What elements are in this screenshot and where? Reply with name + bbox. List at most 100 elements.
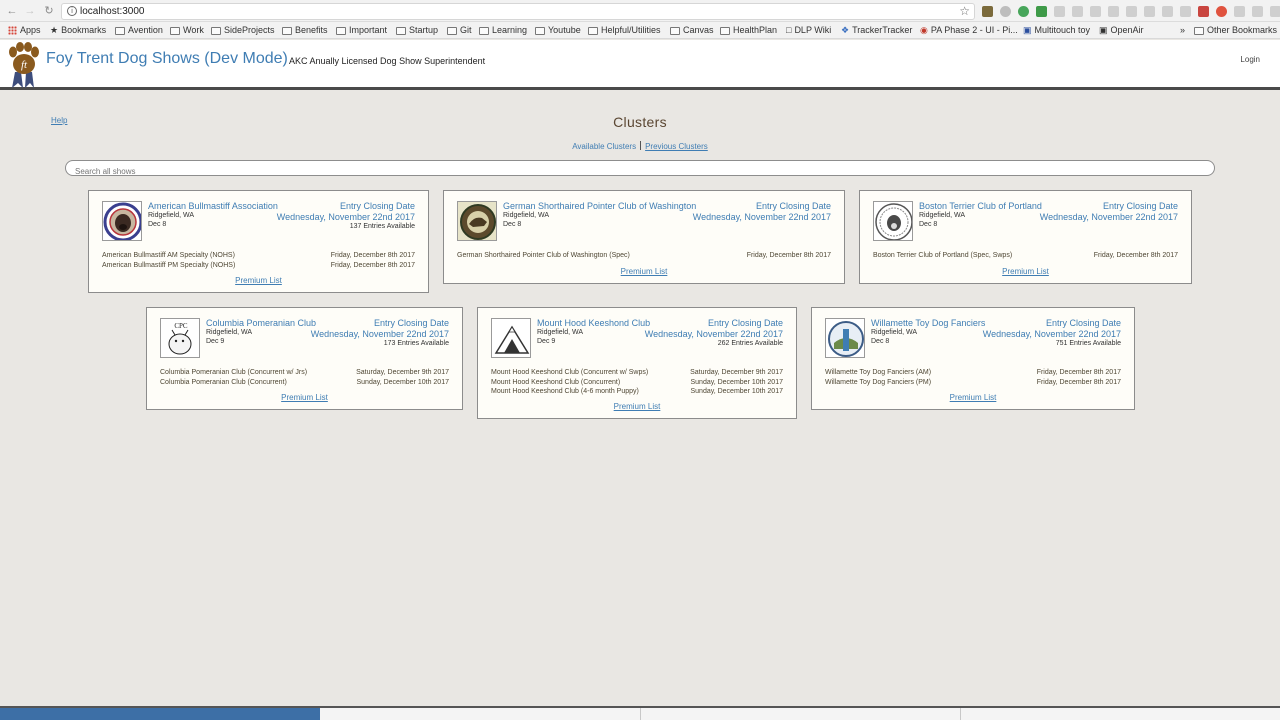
show-name: Willamette Toy Dog Fanciers (AM) [825,369,932,376]
club-logo-gsp[interactable] [457,201,497,241]
bookmark-folder[interactable]: Helpful/Utilities [588,25,661,36]
tab-previous-clusters[interactable]: Previous Clusters [645,142,708,151]
openair-icon: ▣ [1099,25,1108,35]
reload-icon[interactable]: ↻ [42,4,56,18]
premium-list-link[interactable]: Premium List [444,267,844,276]
bookmark-star-icon[interactable]: ☆ [959,4,970,18]
club-name-link[interactable]: Columbia Pomeranian Club [206,318,316,328]
extension-icon[interactable] [1252,6,1263,17]
back-arrow-icon[interactable]: ← [5,4,19,18]
bookmark-page[interactable]: ▣ Multitouch toy [1023,25,1090,36]
bookmark-folder[interactable]: Learning [479,25,527,36]
extension-icon[interactable] [1198,6,1209,17]
extension-icon[interactable] [1108,6,1119,17]
club-city: Ridgefield, WA [206,329,253,336]
club-logo-boston-terrier[interactable] [873,201,913,241]
bookmark-apps[interactable]: Apps [8,25,41,36]
bookmark-page[interactable]: ❖ TrackerTracker [841,25,912,36]
search-input[interactable] [66,164,1214,179]
premium-list-link[interactable]: Premium List [147,393,462,402]
extension-icon[interactable] [1270,6,1280,17]
premium-list-link[interactable]: Premium List [812,393,1134,402]
taskbar-divider [640,708,641,720]
show-date: Friday, December 8th 2017 [1093,252,1178,259]
cluster-card: German Shorthaired Pointer Club of Washi… [443,190,845,284]
closing-label: Entry Closing Date [339,201,415,211]
search-box[interactable] [65,160,1215,179]
extension-icon[interactable] [1234,6,1245,17]
star-icon: ★ [50,25,59,35]
forward-arrow-icon[interactable]: → [23,4,37,18]
extension-icon[interactable] [982,6,993,17]
bookmarks-overflow-button[interactable]: » [1180,25,1185,36]
bookmark-page[interactable]: □ DLP Wiki [786,25,831,36]
show-name: Mount Hood Keeshond Club (4-6 month Pupp… [491,388,639,395]
bookmark-folder[interactable]: Benefits [282,25,328,36]
bookmark-folder[interactable]: Startup [396,25,438,36]
premium-list-link[interactable]: Premium List [89,276,428,285]
club-logo-willamette[interactable] [825,318,865,358]
taskbar-active-item[interactable] [0,708,320,720]
club-name-link[interactable]: Mount Hood Keeshond Club [537,318,650,328]
entries-available: 137 Entries Available [349,223,415,230]
address-bar[interactable]: i localhost:3000 ☆ [61,3,975,20]
extension-icon[interactable] [1144,6,1155,17]
app-title[interactable]: Foy Trent Dog Shows (Dev Mode) [46,50,288,68]
club-logo-pomeranian[interactable]: CPC [160,318,200,358]
entries-available: 173 Entries Available [383,340,449,347]
closing-label: Entry Closing Date [1045,318,1121,328]
tab-available-clusters[interactable]: Available Clusters [572,142,636,151]
bookmark-folder[interactable]: Youtube [535,25,581,36]
bookmark-folder[interactable]: SideProjects [211,25,275,36]
paw-logo-icon[interactable]: ft [6,42,40,88]
extension-icon[interactable] [1018,6,1029,17]
closing-date: Wednesday, November 22nd 2017 [276,212,415,222]
club-logo-bullmastiff[interactable] [102,201,142,241]
bookmark-other-folder[interactable]: Other Bookmarks [1194,25,1277,36]
target-icon: ◉ [920,25,928,35]
club-date: Dec 8 [919,221,938,228]
bookmark-page[interactable]: ▣ OpenAir [1099,25,1144,36]
bookmark-folder[interactable]: HealthPlan [720,25,777,36]
extension-icon[interactable] [1090,6,1101,17]
club-logo-keeshond[interactable] [491,318,531,358]
premium-list-link[interactable]: Premium List [860,267,1191,276]
show-name: Mount Hood Keeshond Club (Concurrent w/ … [491,369,649,376]
extension-icon[interactable] [1126,6,1137,17]
info-icon[interactable]: i [67,6,77,16]
closing-date: Wednesday, November 22nd 2017 [644,329,783,339]
bookmark-folder[interactable]: Important [336,25,387,36]
club-name-link[interactable]: Boston Terrier Club of Portland [919,201,1042,211]
bookmark-folder[interactable]: Canvas [670,25,714,36]
show-date: Saturday, December 9th 2017 [356,369,449,376]
show-date: Saturday, December 9th 2017 [690,369,783,376]
closing-label: Entry Closing Date [707,318,783,328]
bookmark-folder[interactable]: Avention [115,25,163,36]
extension-icon[interactable] [1216,6,1227,17]
club-name-link[interactable]: Willamette Toy Dog Fanciers [871,318,985,328]
extension-icon[interactable] [1054,6,1065,17]
club-date: Dec 8 [503,221,522,228]
show-row: Columbia Pomeranian Club (Concurrent w/ … [160,368,449,378]
login-link[interactable]: Login [1240,55,1260,64]
club-city: Ridgefield, WA [148,212,195,219]
bookmark-page[interactable]: ◉ PA Phase 2 - UI - Pi... [920,25,1018,36]
extension-icon[interactable] [1000,6,1011,17]
extension-icon[interactable] [1180,6,1191,17]
pomeranian-logo-icon: CPC [161,319,199,357]
folder-icon [588,26,598,35]
show-list: Columbia Pomeranian Club (Concurrent w/ … [160,368,449,387]
show-row: Mount Hood Keeshond Club (Concurrent) Sun… [491,378,783,388]
bookmark-folder[interactable]: Work [170,25,204,36]
show-name: Willamette Toy Dog Fanciers (PM) [825,378,932,386]
club-name-link[interactable]: American Bullmastiff Association [148,201,278,211]
bookmark-bookmarks[interactable]: ★ Bookmarks [50,25,106,36]
extension-icon[interactable] [1162,6,1173,17]
extension-icon[interactable] [1072,6,1083,17]
premium-list-link[interactable]: Premium List [478,402,796,411]
extension-icon[interactable] [1036,6,1047,17]
show-name: American Bullmastiff PM Specialty (NOHS) [102,261,236,269]
bookmark-folder[interactable]: Git [447,25,472,36]
club-name-link[interactable]: German Shorthaired Pointer Club of Washi… [503,201,696,211]
gsp-seal-icon [458,202,496,240]
